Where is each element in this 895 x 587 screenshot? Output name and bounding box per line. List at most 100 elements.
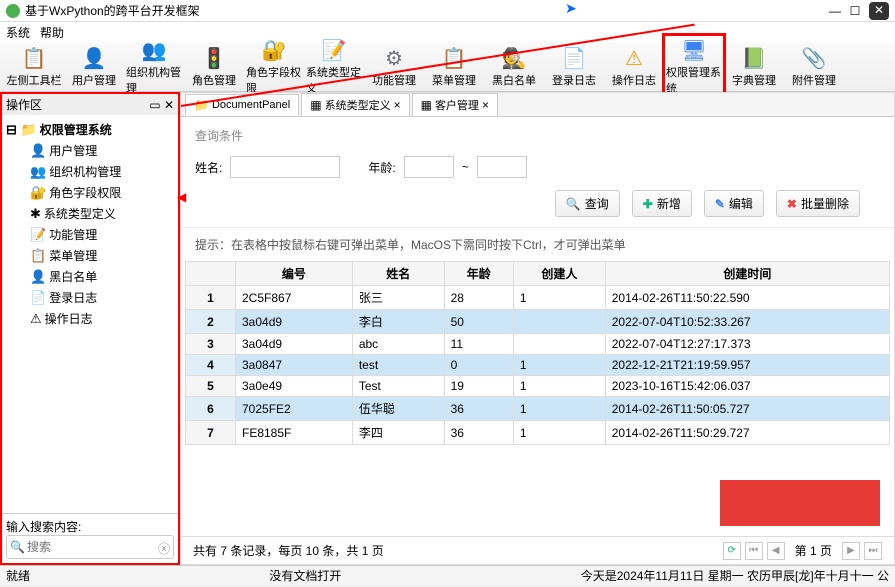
menu-help[interactable]: 帮助 (40, 24, 64, 41)
cell-id: 2C5F867 (236, 286, 353, 310)
query-button[interactable]: 🔍查询 (555, 190, 620, 217)
app-icon (6, 4, 20, 18)
tab[interactable]: ▦系统类型定义× (301, 93, 409, 116)
tree-item[interactable]: 👤用户管理 (6, 140, 174, 161)
cell-time: 2022-07-04T12:27:17.373 (605, 334, 889, 355)
toolbar-org-mgmt[interactable]: 👥组织机构管理 (124, 35, 184, 98)
filter-panel: 查询条件 姓名: 年龄: ~ 🔍查询 ✚新增 ✎编辑 ✖批量删除 (181, 117, 894, 228)
tree-root[interactable]: ⊟ 📁 权限管理系统 (6, 119, 174, 140)
tree-label: 角色字段权限 (49, 184, 121, 201)
tree-icon: 🔐 (30, 185, 46, 201)
dict-mgmt-icon: 📗 (740, 45, 768, 71)
cell-creator (513, 310, 605, 334)
last-page-button[interactable]: ⏭ (864, 542, 882, 560)
systype-icon: 📝 (320, 37, 348, 63)
tab-icon: ▦ (310, 98, 321, 112)
tab-close[interactable]: × (482, 98, 489, 112)
minimize-button[interactable]: — (825, 4, 845, 18)
data-table: 编号姓名年龄创建人创建时间 12C5F867张三2812014-02-26T11… (185, 261, 890, 445)
table-header[interactable] (186, 262, 236, 286)
table-row[interactable]: 7FE8185F李四3612014-02-26T11:50:29.727 (186, 421, 890, 445)
op-log-icon: ⚠ (620, 45, 648, 71)
tree-item[interactable]: 📄登录日志 (6, 287, 174, 308)
search-area: 输入搜索内容: 🔍 ⓧ (2, 513, 178, 563)
tree-item[interactable]: 📝功能管理 (6, 224, 174, 245)
table-row[interactable]: 12C5F867张三2812014-02-26T11:50:22.590 (186, 286, 890, 310)
refresh-button[interactable]: ⟳ (723, 542, 741, 560)
toolbar-label: 字典管理 (732, 72, 776, 88)
table-row[interactable]: 23a04d9李白502022-07-04T10:52:33.267 (186, 310, 890, 334)
statusbar: 就绪 没有文档打开 今天是2024年11月11日 星期一 农历甲辰[龙]年十月十… (0, 565, 895, 585)
first-page-button[interactable]: ⏮ (745, 542, 763, 560)
blackwhite-icon: 🕵 (500, 45, 528, 71)
add-button[interactable]: ✚新增 (632, 190, 692, 217)
toolbar-left-sidebar[interactable]: 📋左侧工具栏 (4, 43, 64, 90)
cell-creator: 1 (513, 376, 605, 397)
delete-button[interactable]: ✖批量删除 (776, 190, 860, 217)
tree-item[interactable]: 👤黑白名单 (6, 266, 174, 287)
tree-item[interactable]: 👥组织机构管理 (6, 161, 174, 182)
toolbar-login-log[interactable]: 📄登录日志 (544, 43, 604, 90)
menu-system[interactable]: 系统 (6, 24, 30, 41)
page-label: 第 1 页 (789, 542, 838, 560)
cell-creator: 1 (513, 421, 605, 445)
search-input[interactable] (6, 535, 174, 559)
cell-time: 2014-02-26T11:50:22.590 (605, 286, 889, 310)
sidebar-controls[interactable]: ▭ ✕ (149, 98, 174, 112)
tree-label: 登录日志 (49, 289, 97, 306)
table-row[interactable]: 67025FE2伍华聪3612014-02-26T11:50:05.727 (186, 397, 890, 421)
name-input[interactable] (230, 156, 340, 178)
toolbar-label: 操作日志 (612, 72, 656, 88)
toolbar-systype[interactable]: 📝系统类型定义 (304, 35, 364, 98)
cell-name: 伍华聪 (352, 397, 444, 421)
tree-label: 功能管理 (49, 226, 97, 243)
table-header[interactable]: 创建人 (513, 262, 605, 286)
table-header[interactable]: 年龄 (444, 262, 513, 286)
tree-item[interactable]: 🔐角色字段权限 (6, 182, 174, 203)
toolbar-op-log[interactable]: ⚠操作日志 (604, 43, 664, 90)
tab[interactable]: ▦客户管理× (412, 93, 498, 116)
table-row[interactable]: 33a04d9abc112022-07-04T12:27:17.373 (186, 334, 890, 355)
content: ◀ 📁DocumentPanel▦系统类型定义×▦客户管理× 查询条件 姓名: … (180, 92, 895, 565)
user-mgmt-icon: 👤 (80, 45, 108, 71)
row-num: 4 (186, 355, 236, 376)
pager-info: 共有 7 条记录，每页 10 条，共 1 页 (193, 542, 384, 559)
tree-icon: 👤 (30, 143, 46, 159)
toolbar-attach-mgmt[interactable]: 📎附件管理 (784, 43, 844, 90)
cell-id: FE8185F (236, 421, 353, 445)
edit-button[interactable]: ✎编辑 (704, 190, 764, 217)
toolbar-user-mgmt[interactable]: 👤用户管理 (64, 43, 124, 90)
window-title: 基于WxPython的跨平台开发框架 (25, 2, 825, 19)
cell-time: 2014-02-26T11:50:05.727 (605, 397, 889, 421)
tab-close[interactable]: × (394, 98, 401, 112)
sidebar-title: 操作区 (6, 96, 42, 113)
toolbar-perm-sys[interactable]: 🖥权限管理系统 (664, 35, 724, 98)
cell-time: 2022-12-21T21:19:59.957 (605, 355, 889, 376)
table-row[interactable]: 43a0847test012022-12-21T21:19:59.957 (186, 355, 890, 376)
tree-item[interactable]: 📋菜单管理 (6, 245, 174, 266)
tree-icon: 👥 (30, 164, 46, 180)
status-date: 今天是2024年11月11日 星期一 农历甲辰[龙]年十月十一 公 (581, 567, 889, 584)
age-from-input[interactable] (404, 156, 454, 178)
next-page-button[interactable]: ▶ (842, 542, 860, 560)
table-header[interactable]: 姓名 (352, 262, 444, 286)
table-header[interactable]: 创建时间 (605, 262, 889, 286)
cell-name: 李四 (352, 421, 444, 445)
tree-item[interactable]: ⚠操作日志 (6, 308, 174, 329)
row-num: 2 (186, 310, 236, 334)
toolbar-role-mgmt[interactable]: 🚦角色管理 (184, 43, 244, 90)
table-header[interactable]: 编号 (236, 262, 353, 286)
tree-item[interactable]: ✱系统类型定义 (6, 203, 174, 224)
close-button[interactable]: ✕ (869, 2, 889, 20)
clear-icon[interactable]: ⓧ (158, 540, 170, 557)
hint-text: 提示：在表格中按鼠标右键可弹出菜单，MacOS下需同时按下Ctrl，才可弹出菜单 (181, 228, 894, 261)
cell-creator: 1 (513, 286, 605, 310)
role-mgmt-icon: 🚦 (200, 45, 228, 71)
toolbar-label: 用户管理 (72, 72, 116, 88)
prev-page-button[interactable]: ◀ (767, 542, 785, 560)
toolbar-dict-mgmt[interactable]: 📗字典管理 (724, 43, 784, 90)
table-row[interactable]: 53a0e49Test1912023-10-16T15:42:06.037 (186, 376, 890, 397)
age-to-input[interactable] (477, 156, 527, 178)
toolbar-func-mgmt[interactable]: ⚙功能管理 (364, 43, 424, 90)
maximize-button[interactable]: ☐ (845, 4, 865, 18)
